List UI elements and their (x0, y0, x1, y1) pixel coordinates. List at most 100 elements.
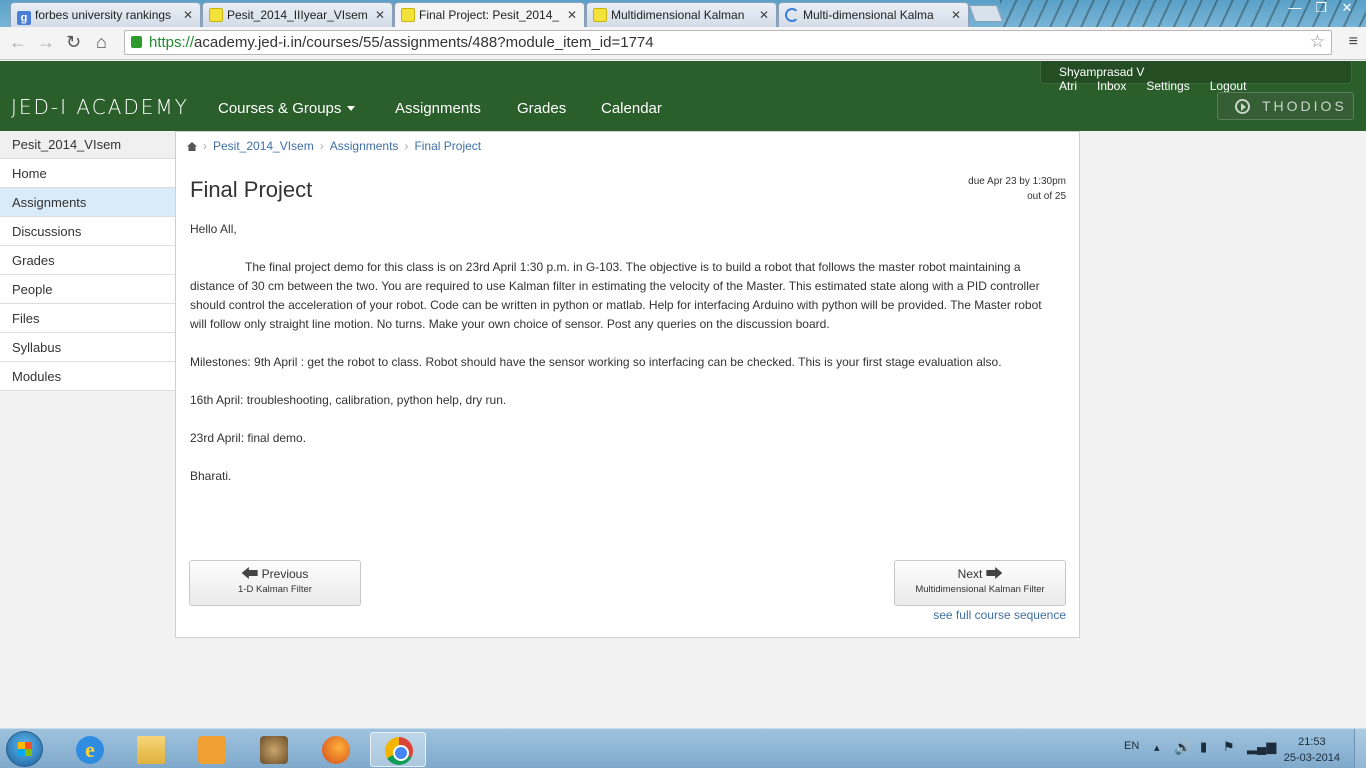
close-icon[interactable]: ✕ (183, 8, 193, 22)
power-icon[interactable]: ▮ (1200, 739, 1207, 755)
browser-tab-label: Pesit_2014_IIIyear_VIsem (227, 8, 367, 22)
breadcrumb-separator-icon: › (404, 139, 409, 153)
site-header: Shyamprasad V Atri Inbox Settings Logout JE… (0, 61, 1366, 131)
breadcrumb-separator-icon: › (203, 139, 207, 153)
close-icon[interactable]: ✕ (567, 8, 577, 22)
clock[interactable]: 21:53 25-03-2014 (1284, 734, 1340, 766)
bookmark-star-icon[interactable]: ☆ (1310, 32, 1325, 52)
file-explorer-icon (137, 736, 165, 764)
language-indicator[interactable]: EN (1124, 740, 1139, 752)
breadcrumb-course[interactable]: Pesit_2014_VIsem (213, 139, 314, 153)
assignment-description: Hello All, The final project demo for th… (190, 220, 1055, 505)
milestone-paragraph: 23rd April: final demo. (190, 431, 307, 445)
sidebar-item-home[interactable]: Home (0, 159, 176, 188)
nav-courses-label: Courses & Groups (218, 100, 342, 117)
thodios-label: THODIOS (1262, 98, 1347, 114)
nav-courses-groups[interactable]: Courses & Groups (218, 100, 356, 117)
taskbar-app[interactable] (123, 732, 179, 767)
sidebar-item-modules[interactable]: Modules (0, 362, 176, 391)
maximize-icon[interactable]: ❐ (1308, 0, 1334, 16)
user-menu: Shyamprasad V Atri Inbox Settings Logout (1040, 61, 1352, 93)
nav-calendar[interactable]: Calendar (601, 100, 662, 117)
window-controls: — ❐ ✕ (1282, 0, 1360, 20)
breadcrumb-current[interactable]: Final Project (414, 139, 481, 153)
media-player-icon (198, 736, 226, 764)
close-icon[interactable]: ✕ (759, 8, 769, 22)
google-icon: g (17, 11, 31, 25)
canvas-icon (209, 8, 223, 22)
taskbar-app[interactable] (246, 732, 302, 767)
next-button[interactable]: Next Multidimensional Kalman Filter (894, 560, 1066, 606)
taskbar-app[interactable]: e (62, 732, 118, 767)
next-item-title: Multidimensional Kalman Filter (915, 584, 1045, 595)
minimize-icon[interactable]: — (1282, 0, 1308, 15)
breadcrumb-separator-icon: › (319, 139, 324, 153)
volume-icon[interactable]: 🔊 (1174, 739, 1191, 756)
canvas-icon (401, 8, 415, 22)
browser-tab-active[interactable]: Final Project: Pesit_2014_III ✕ (394, 2, 585, 27)
assignment-content: › Pesit_2014_VIsem › Assignments › Final Proj… (175, 131, 1080, 638)
course-sequence-link[interactable]: see full course sequence (933, 608, 1066, 622)
home-icon[interactable] (187, 142, 197, 151)
sidebar-item-files[interactable]: Files (0, 304, 176, 333)
sidebar-item-discussions[interactable]: Discussions (0, 217, 176, 246)
forward-icon[interactable]: → (37, 32, 55, 53)
url-path: academy.jed-i.in/courses/55/assignments/… (194, 34, 654, 51)
breadcrumb: › Pesit_2014_VIsem › Assignments › Final Proj… (187, 139, 481, 153)
close-icon[interactable]: ✕ (375, 8, 385, 22)
browser-tab-label: Final Project: Pesit_2014_III (419, 8, 559, 22)
browser-tab-label: forbes university rankings (35, 8, 172, 22)
play-icon (1235, 99, 1250, 114)
clock-date: 25-03-2014 (1283, 752, 1340, 764)
page-title: Final Project (190, 177, 313, 202)
new-tab-button[interactable] (968, 5, 1004, 22)
breadcrumb-assignments[interactable]: Assignments (330, 139, 399, 153)
chevron-down-icon (347, 106, 356, 111)
previous-item-title: 1-D Kalman Filter (238, 584, 312, 595)
firefox-icon (322, 736, 350, 764)
sidebar-course-title[interactable]: Pesit_2014_VIsem (0, 131, 176, 159)
sidebar-item-assignments[interactable]: Assignments (0, 188, 176, 217)
browser-tab-label: Multidimensional Kalman (611, 8, 745, 22)
description-paragraph: The final project demo for this class is… (190, 260, 1042, 331)
start-button[interactable] (6, 731, 43, 767)
browser-tab[interactable]: Multidimensional Kalman ✕ (586, 2, 777, 27)
taskbar-app[interactable] (308, 732, 364, 767)
close-icon[interactable]: ✕ (951, 8, 961, 22)
taskbar-app[interactable] (184, 732, 240, 767)
action-center-flag-icon[interactable]: ⚑ (1223, 739, 1235, 755)
nav-grades[interactable]: Grades (517, 100, 566, 117)
next-label: Next (957, 567, 983, 581)
points-possible: out of 25 (1027, 191, 1066, 202)
sidebar-item-people[interactable]: People (0, 275, 176, 304)
address-bar[interactable]: https://academy.jed-i.in/courses/55/assi… (124, 30, 1332, 55)
previous-button[interactable]: Previous 1-D Kalman Filter (189, 560, 361, 606)
browser-tab[interactable]: Pesit_2014_IIIyear_VIsem ✕ (202, 2, 393, 27)
internet-explorer-icon: e (76, 736, 104, 764)
site-logo[interactable]: JED-I ACADEMY (11, 95, 189, 119)
settings-link[interactable]: Settings (1146, 79, 1189, 93)
arrow-right-icon (986, 567, 1003, 579)
network-signal-icon[interactable]: ▂▄▆ (1247, 739, 1276, 755)
logout-link[interactable]: Logout (1210, 79, 1247, 93)
back-icon[interactable]: ← (9, 32, 27, 53)
show-desktop-button[interactable] (1354, 729, 1366, 768)
nav-assignments[interactable]: Assignments (395, 100, 481, 117)
browser-tab-strip: g forbes university rankings ✕ Pesit_2014… (0, 0, 1366, 27)
taskbar-app-active[interactable] (370, 732, 426, 767)
sidebar-item-syllabus[interactable]: Syllabus (0, 333, 176, 362)
sidebar-item-grades[interactable]: Grades (0, 246, 176, 275)
greeting: Hello All, (190, 222, 237, 236)
thodios-button[interactable]: THODIOS (1217, 92, 1354, 120)
assignment-meta: due Apr 23 by 1:30pm out of 25 (968, 174, 1066, 204)
previous-label: Previous (261, 567, 309, 581)
browser-menu-icon[interactable]: ≡ (1349, 33, 1358, 51)
browser-tab[interactable]: g forbes university rankings ✕ (10, 2, 201, 27)
reload-icon[interactable]: ↻ (66, 32, 81, 53)
close-window-icon[interactable]: ✕ (1334, 0, 1360, 16)
show-hidden-icons-icon[interactable]: ▴ (1154, 741, 1160, 754)
browser-tab[interactable]: Multi-dimensional Kalma ✕ (778, 2, 969, 27)
clock-time: 21:53 (1298, 736, 1326, 748)
home-icon[interactable]: ⌂ (96, 32, 107, 53)
inbox-link[interactable]: Inbox (1097, 79, 1126, 93)
